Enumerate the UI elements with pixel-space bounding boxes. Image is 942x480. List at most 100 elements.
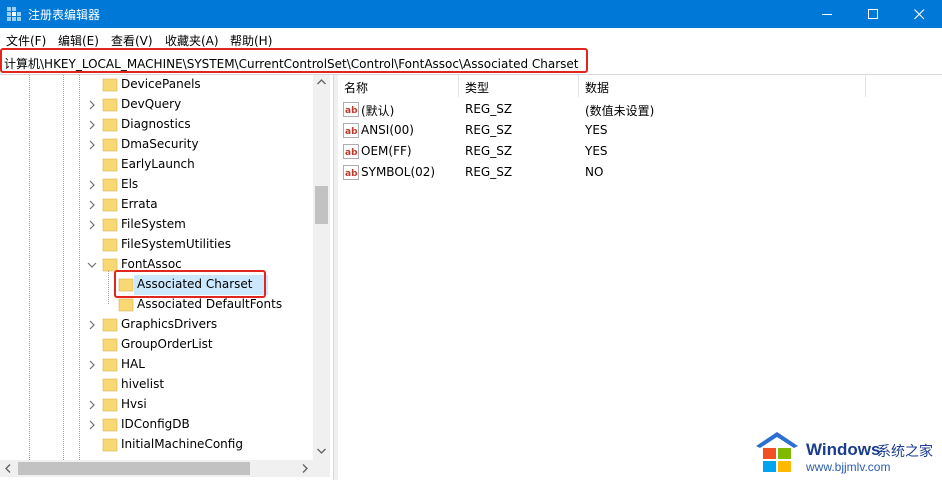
- minimize-button[interactable]: [804, 0, 850, 28]
- value-row[interactable]: ab OEM(FF) REG_SZ YES: [338, 141, 938, 162]
- watermark-cn: 系统之家: [877, 444, 933, 460]
- column-header-data[interactable]: 数据: [579, 75, 866, 97]
- value-row[interactable]: ab SYMBOL(02) REG_SZ NO: [338, 162, 938, 183]
- tree-item-label: DmaSecurity: [121, 137, 199, 151]
- chevron-right-icon[interactable]: [87, 100, 97, 110]
- tree-vertical-scrollbar[interactable]: [313, 75, 330, 460]
- folder-icon: [102, 318, 118, 332]
- menu-favorites[interactable]: 收藏夹(A): [165, 32, 219, 49]
- registry-tree[interactable]: DevicePanels DevQuery Diagnostics DmaSecuri…: [0, 75, 333, 460]
- tree-item-label: FileSystem: [121, 217, 186, 231]
- tree-item[interactable]: IDConfigDB: [0, 415, 312, 435]
- folder-icon: [102, 418, 118, 432]
- tree-item-label: FontAssoc: [121, 257, 182, 271]
- column-header-name[interactable]: 名称: [338, 75, 459, 97]
- tree-item-label: Els: [121, 177, 139, 191]
- watermark-brand: Windows: [806, 440, 881, 459]
- value-type: REG_SZ: [465, 102, 513, 116]
- tree-horizontal-scrollbar[interactable]: [0, 460, 330, 477]
- value-name: OEM(FF): [361, 144, 412, 158]
- tree-item-label: Errata: [121, 197, 158, 211]
- svg-text:ab: ab: [345, 127, 358, 137]
- scroll-up-icon[interactable]: [317, 79, 326, 85]
- chevron-right-icon[interactable]: [87, 140, 97, 150]
- tree-item[interactable]: Diagnostics: [0, 115, 312, 135]
- chevron-right-icon[interactable]: [87, 120, 97, 130]
- column-header-type[interactable]: 类型: [459, 75, 579, 97]
- scroll-left-icon[interactable]: [5, 464, 11, 473]
- chevron-right-icon[interactable]: [87, 400, 97, 410]
- tree-item[interactable]: Els: [0, 175, 312, 195]
- close-button[interactable]: [896, 0, 942, 28]
- value-row[interactable]: ab ANSI(00) REG_SZ YES: [338, 120, 938, 141]
- menu-edit[interactable]: 编辑(E): [58, 32, 99, 49]
- svg-text:ab: ab: [345, 106, 358, 116]
- tree-item[interactable]: DevicePanels: [0, 75, 312, 95]
- tree-horizontal-scroll-thumb[interactable]: [18, 462, 250, 475]
- tree-item[interactable]: Associated DefaultFonts: [0, 295, 312, 315]
- value-name: SYMBOL(02): [361, 165, 436, 179]
- tree-item[interactable]: HAL: [0, 355, 312, 375]
- folder-icon: [102, 238, 118, 252]
- scroll-right-icon[interactable]: [302, 464, 308, 473]
- menu-file[interactable]: 文件(F): [6, 32, 46, 49]
- tree-item-label: GraphicsDrivers: [121, 317, 218, 331]
- minimize-icon: [821, 13, 832, 15]
- tree-item[interactable]: InitialMachineConfig: [0, 435, 312, 455]
- folder-icon: [102, 378, 118, 392]
- value-type: REG_SZ: [465, 144, 513, 158]
- chevron-right-icon[interactable]: [87, 200, 97, 210]
- maximize-button[interactable]: [850, 0, 896, 28]
- folder-icon: [102, 218, 118, 232]
- folder-icon: [102, 178, 118, 192]
- tree-item[interactable]: EarlyLaunch: [0, 155, 312, 175]
- tree-item-label: Associated DefaultFonts: [137, 297, 283, 311]
- folder-icon: [102, 338, 118, 352]
- folder-icon: [102, 198, 118, 212]
- value-name: ANSI(00): [361, 123, 414, 137]
- regedit-app-icon: [7, 7, 21, 21]
- tree-item-label: EarlyLaunch: [121, 157, 195, 171]
- menu-view[interactable]: 查看(V): [111, 32, 153, 49]
- folder-icon: [102, 78, 118, 92]
- window-title: 注册表编辑器: [28, 8, 101, 22]
- chevron-down-icon[interactable]: [87, 260, 97, 270]
- tree-item[interactable]: DmaSecurity: [0, 135, 312, 155]
- folder-icon: [102, 358, 118, 372]
- tree-vertical-scroll-thumb[interactable]: [315, 186, 328, 224]
- value-data: NO: [585, 165, 604, 179]
- values-list[interactable]: 名称 类型 数据 ab (默认) REG_SZ (数值未设置) ab ANSI(00) RE…: [338, 75, 942, 480]
- tree-item-label: DevicePanels: [121, 77, 201, 91]
- tree-item[interactable]: GraphicsDrivers: [0, 315, 312, 335]
- svg-text:ab: ab: [345, 148, 358, 158]
- chevron-right-icon[interactable]: [87, 420, 97, 430]
- tree-item[interactable]: FileSystemUtilities: [0, 235, 312, 255]
- tree-item[interactable]: hivelist: [0, 375, 312, 395]
- value-type: REG_SZ: [465, 123, 513, 137]
- watermark-url: www.bjjmlv.com: [806, 460, 891, 474]
- title-bar: 注册表编辑器: [0, 0, 942, 28]
- string-value-icon: ab: [343, 165, 359, 180]
- maximize-icon: [867, 8, 878, 19]
- chevron-right-icon[interactable]: [87, 360, 97, 370]
- value-row[interactable]: ab (默认) REG_SZ (数值未设置): [338, 99, 938, 120]
- chevron-right-icon[interactable]: [87, 320, 97, 330]
- string-value-icon: ab: [343, 102, 359, 117]
- tree-item[interactable]: Hvsi: [0, 395, 312, 415]
- tree-item[interactable]: Errata: [0, 195, 312, 215]
- close-icon: [913, 8, 924, 19]
- tree-item-label: Hvsi: [121, 397, 147, 411]
- tree-item[interactable]: GroupOrderList: [0, 335, 312, 355]
- folder-icon: [102, 118, 118, 132]
- chevron-right-icon[interactable]: [87, 220, 97, 230]
- tree-item[interactable]: FileSystem: [0, 215, 312, 235]
- menu-bar: 文件(F) 编辑(E) 查看(V) 收藏夹(A) 帮助(H): [0, 28, 942, 50]
- address-highlight-box: [0, 48, 588, 73]
- value-data: (数值未设置): [585, 104, 655, 118]
- value-data: YES: [585, 144, 608, 158]
- tree-item-label: FileSystemUtilities: [121, 237, 231, 251]
- scroll-down-icon[interactable]: [317, 448, 326, 454]
- menu-help[interactable]: 帮助(H): [230, 32, 272, 49]
- tree-item[interactable]: DevQuery: [0, 95, 312, 115]
- chevron-right-icon[interactable]: [87, 180, 97, 190]
